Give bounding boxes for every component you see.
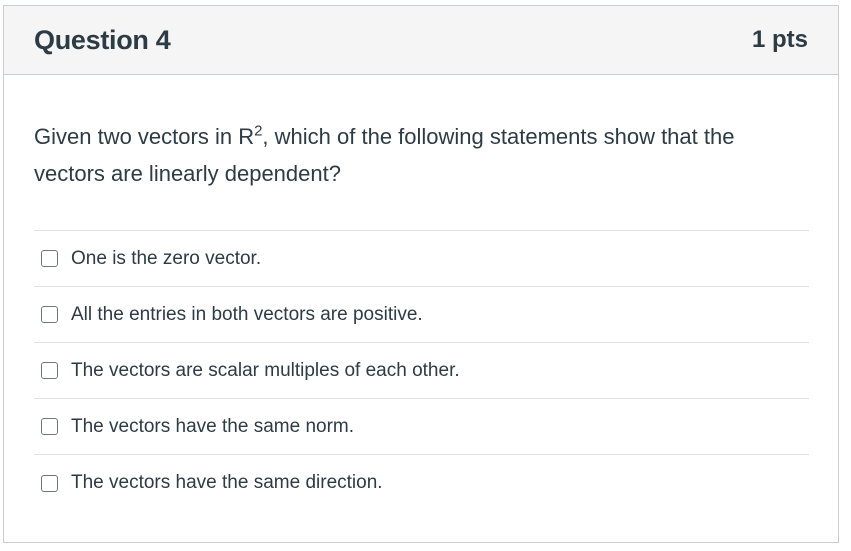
answer-checkbox[interactable]	[41, 418, 58, 435]
question-title: Question 4	[34, 24, 171, 55]
answer-checkbox[interactable]	[41, 250, 58, 267]
answer-option-5[interactable]: The vectors have the same direction.	[34, 455, 809, 511]
question-header: Question 4 1 pts	[4, 6, 838, 75]
answer-checkbox[interactable]	[41, 474, 58, 492]
question-card: Question 4 1 pts Given two vectors in R2…	[3, 5, 839, 543]
question-points: 1 pts	[751, 26, 808, 53]
answer-option-4[interactable]: The vectors have the same norm.	[34, 399, 809, 455]
answer-option-3[interactable]: The vectors are scalar multiples of each…	[34, 343, 809, 399]
answer-label[interactable]: All the entries in both vectors are posi…	[71, 304, 423, 326]
prompt-text-before: Given two vectors in R	[34, 124, 255, 149]
answer-option-2[interactable]: All the entries in both vectors are posi…	[34, 287, 809, 343]
answer-label[interactable]: The vectors have the same norm.	[71, 416, 354, 438]
answer-label[interactable]: The vectors are scalar multiples of each…	[71, 360, 460, 382]
answer-list: One is the zero vector. All the entries …	[34, 230, 809, 511]
question-prompt: Given two vectors in R2, which of the fo…	[34, 118, 809, 192]
answer-option-1[interactable]: One is the zero vector.	[34, 231, 809, 287]
answer-label[interactable]: The vectors have the same direction.	[71, 472, 383, 494]
answer-checkbox[interactable]	[41, 362, 58, 379]
answer-checkbox[interactable]	[41, 306, 58, 323]
question-body: Given two vectors in R2, which of the fo…	[4, 118, 838, 511]
answer-label[interactable]: One is the zero vector.	[71, 248, 261, 270]
